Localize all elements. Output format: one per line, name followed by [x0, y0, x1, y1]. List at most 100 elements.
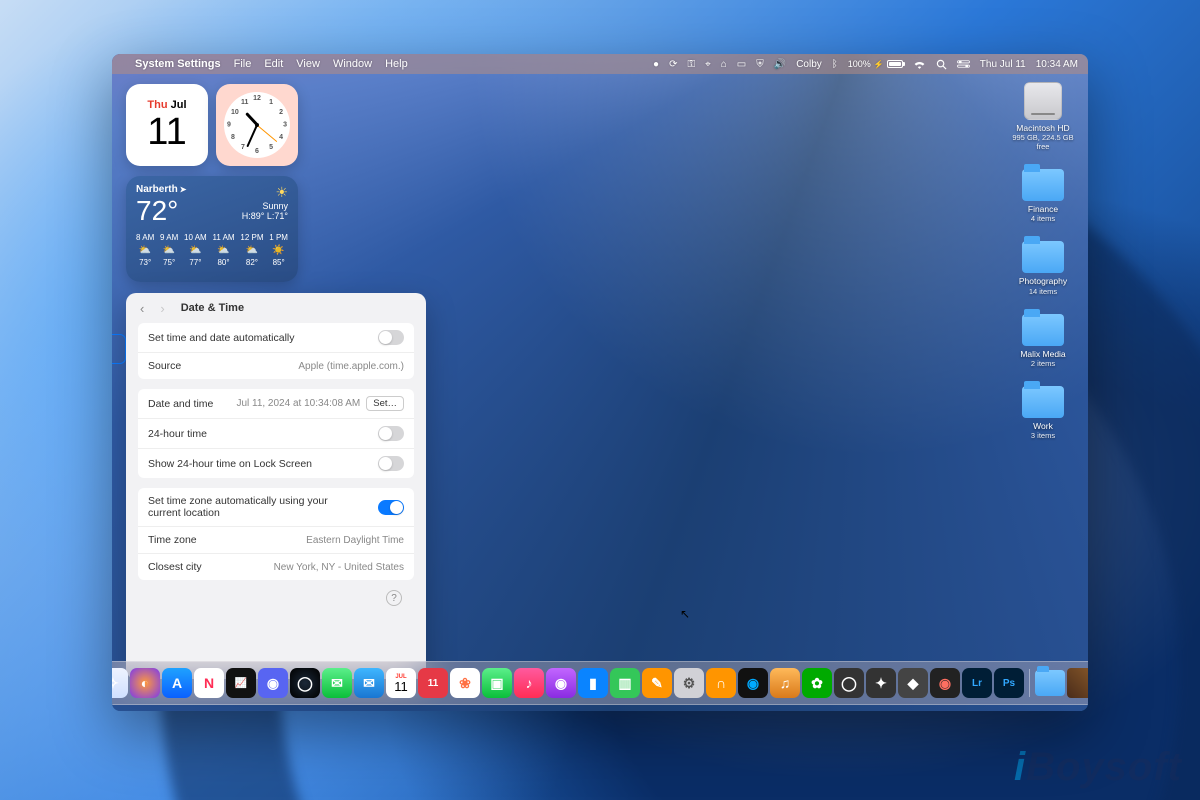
macintosh-hd-icon[interactable]: Macintosh HD 995 GB, 224.5 GB free	[1008, 82, 1078, 151]
control-center-icon[interactable]	[957, 59, 970, 69]
dock-app-news[interactable]: N	[194, 668, 224, 698]
dock-app-system-settings[interactable]: ⚙	[674, 668, 704, 698]
desktop-folder[interactable]: Finance4 items	[1008, 169, 1078, 223]
weather-forecast-row: 8 AM⛅73°9 AM⛅75°10 AM⛅77°11 AM⛅80°12 PM⛅…	[136, 233, 288, 269]
set-datetime-button[interactable]: Set…	[366, 396, 404, 411]
key-icon[interactable]: ⚿	[687, 59, 695, 70]
record-icon[interactable]: ●	[653, 59, 659, 70]
wifi-icon[interactable]	[913, 59, 926, 69]
volume-icon[interactable]: 🔊	[774, 59, 786, 70]
dock-app-calendar[interactable]: JUL11	[386, 668, 416, 698]
dock-app-safari[interactable]: ✧	[112, 668, 128, 698]
dock-recent-recent-thumb[interactable]	[1067, 668, 1088, 698]
dock-app-numbers[interactable]: ▥	[610, 668, 640, 698]
forecast-hour: 8 AM⛅73°	[136, 233, 154, 269]
menubar: System Settings File Edit View Window He…	[112, 54, 1088, 74]
minute-hand	[246, 125, 258, 148]
battery-indicator[interactable]: 100% ⚡	[848, 59, 903, 69]
dock-app-lightroom[interactable]: Lr	[962, 668, 992, 698]
display-icon[interactable]: ▭	[737, 59, 746, 70]
cal-month: Jul	[171, 99, 187, 111]
settings-title: Date & Time	[181, 302, 244, 314]
clock-widget[interactable]: 121234567891011	[216, 84, 298, 166]
dock-app-facetime[interactable]: ▣	[482, 668, 512, 698]
dock-app-music[interactable]: ♪	[514, 668, 544, 698]
toggle-set-auto[interactable]	[378, 330, 404, 345]
macos-desktop: System Settings File Edit View Window He…	[112, 54, 1088, 711]
shield-icon[interactable]: ⛨	[756, 59, 764, 70]
sidebar-collapsed-hint[interactable]	[112, 334, 126, 364]
row-lock-24h: Show 24-hour time on Lock Screen	[138, 449, 414, 478]
row-source: Source Apple (time.apple.com.)	[138, 353, 414, 379]
dock-app-pages[interactable]: ✎	[642, 668, 672, 698]
menu-help[interactable]: Help	[385, 58, 408, 70]
sync-icon[interactable]: ⟳	[669, 59, 677, 70]
dock-app-messages[interactable]: ✉	[322, 668, 352, 698]
dock: ☻✧◐AN📈◉◯✉✉JUL1111❀▣♪◉▮▥✎⚙∩◉♫✿◯✦◆◉LrPs	[112, 661, 1088, 705]
dock-app-garageband[interactable]: ♫	[770, 668, 800, 698]
menubar-time[interactable]: 10:34 AM	[1036, 59, 1078, 70]
dock-app-photos[interactable]: ❀	[450, 668, 480, 698]
search-icon[interactable]	[936, 59, 947, 70]
dock-app-steam[interactable]: ◯	[290, 668, 320, 698]
dock-app-compressor[interactable]: ◆	[898, 668, 928, 698]
menubar-app-name[interactable]: System Settings	[135, 58, 221, 70]
row-set-auto: Set time and date automatically	[138, 323, 414, 353]
menu-file[interactable]: File	[234, 58, 252, 70]
dock-app-unknown-plant[interactable]: ✿	[802, 668, 832, 698]
forecast-hour: 12 PM⛅82°	[240, 233, 263, 269]
dock-app-discord[interactable]: ◉	[258, 668, 288, 698]
toggle-lock-24h[interactable]	[378, 456, 404, 471]
desktop-icons-column: Macintosh HD 995 GB, 224.5 GB free Finan…	[1008, 82, 1078, 440]
toggle-24h[interactable]	[378, 426, 404, 441]
dock-app-screenflow[interactable]: ◉	[738, 668, 768, 698]
row-datetime: Date and time Jul 11, 2024 at 10:34:08 A…	[138, 389, 414, 419]
menubar-date[interactable]: Thu Jul 11	[980, 59, 1026, 70]
forecast-hour: 9 AM⛅75°	[160, 233, 178, 269]
toggle-tz-auto[interactable]	[378, 500, 404, 515]
calendar-widget[interactable]: Thu Jul 11	[126, 84, 208, 166]
dock-app-keynote[interactable]: ▮	[578, 668, 608, 698]
row-city: Closest city New York, NY - United State…	[138, 554, 414, 580]
clock-face: 121234567891011	[224, 92, 290, 158]
dock-app-fantastical[interactable]: 11	[418, 668, 448, 698]
weather-condition: ☀ Sunny H:89° L:71°	[242, 184, 288, 221]
desktop-folder[interactable]: Photography14 items	[1008, 241, 1078, 295]
watermark-text: iBoysoft	[1014, 745, 1182, 790]
menubar-username[interactable]: Colby	[796, 59, 822, 70]
desktop-folder[interactable]: Work3 items	[1008, 386, 1078, 440]
mouse-cursor-icon: ↖	[680, 607, 690, 621]
help-button[interactable]: ?	[386, 590, 402, 606]
menu-view[interactable]: View	[296, 58, 320, 70]
cal-dow: Thu	[147, 99, 167, 111]
nav-forward-icon[interactable]: ›	[156, 299, 168, 318]
dock-app-stocks[interactable]: 📈	[226, 668, 256, 698]
tool-icon[interactable]: ⌖	[705, 59, 711, 70]
dock-app-podcasts[interactable]: ◉	[546, 668, 576, 698]
row-tz: Time zone Eastern Daylight Time	[138, 527, 414, 554]
system-settings-window: ‹ › Date & Time Set time and date automa…	[126, 293, 426, 679]
forecast-hour: 11 AM⛅80°	[213, 233, 235, 269]
dock-separator	[1029, 669, 1030, 697]
dock-app-finalcut[interactable]: ✦	[866, 668, 896, 698]
airdrop-icon[interactable]: ⌂	[721, 59, 727, 70]
cal-day: 11	[147, 113, 186, 151]
dock-app-app-store[interactable]: A	[162, 668, 192, 698]
dock-recent-downloads[interactable]	[1035, 670, 1065, 696]
row-24h: 24-hour time	[138, 419, 414, 449]
menu-edit[interactable]: Edit	[264, 58, 283, 70]
dock-app-audacity[interactable]: ∩	[706, 668, 736, 698]
bluetooth-icon[interactable]: ᛒ	[832, 59, 838, 70]
dock-app-mail[interactable]: ✉	[354, 668, 384, 698]
dock-app-logic[interactable]: ◯	[834, 668, 864, 698]
dock-app-firefox[interactable]: ◐	[130, 668, 160, 698]
second-hand	[257, 125, 278, 142]
settings-titlebar[interactable]: ‹ › Date & Time	[126, 293, 426, 323]
dock-app-davinci[interactable]: ◉	[930, 668, 960, 698]
dock-app-photoshop[interactable]: Ps	[994, 668, 1024, 698]
weather-widget[interactable]: Narberth➤ 72° ☀ Sunny H:89° L:71° 8 AM⛅7…	[126, 176, 298, 282]
nav-back-icon[interactable]: ‹	[136, 299, 148, 318]
forecast-hour: 1 PM☀️85°	[269, 233, 288, 269]
menu-window[interactable]: Window	[333, 58, 372, 70]
desktop-folder[interactable]: Malix Media2 items	[1008, 314, 1078, 368]
